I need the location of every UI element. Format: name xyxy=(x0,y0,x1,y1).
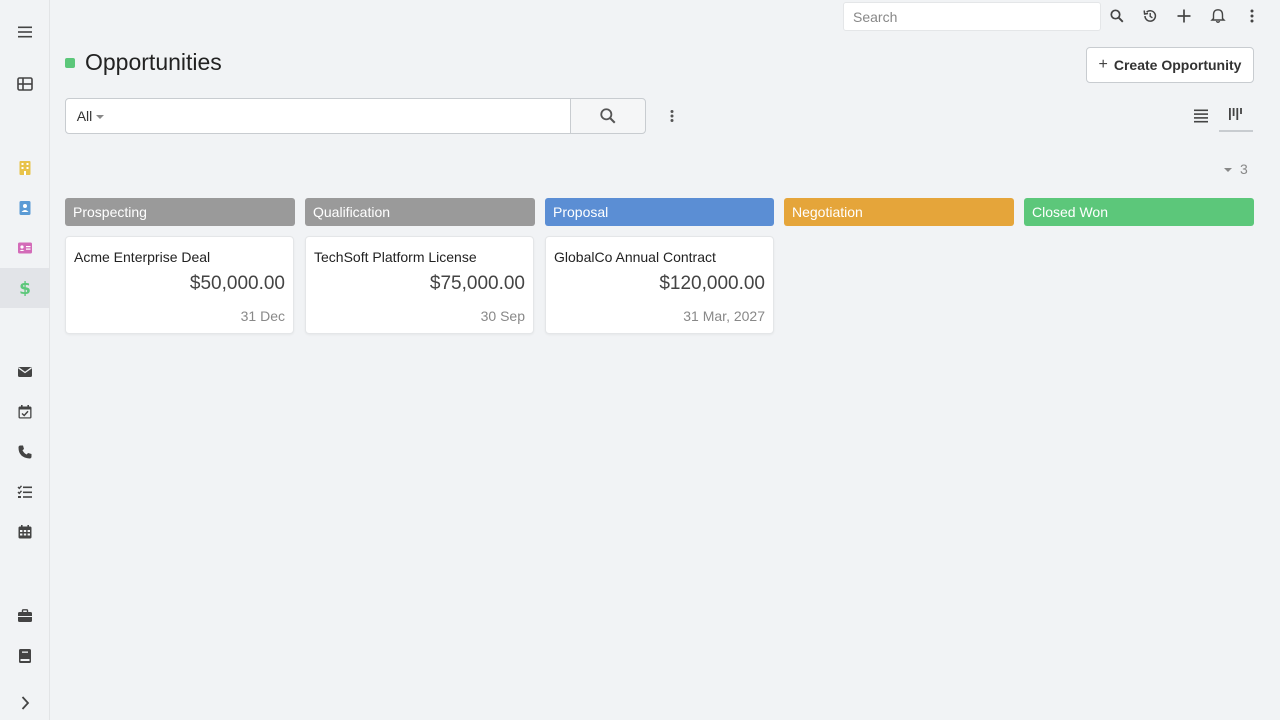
sidebar-item-emails[interactable] xyxy=(0,352,49,392)
sidebar-item-knowledge-base[interactable] xyxy=(0,636,49,676)
plus-icon xyxy=(1177,9,1191,23)
column-label: Closed Won xyxy=(1032,204,1109,220)
briefcase-icon xyxy=(17,609,32,622)
opportunity-card[interactable]: TechSoft Platform License $75,000.00 30 … xyxy=(305,236,534,334)
search-icon xyxy=(600,108,616,124)
history-icon xyxy=(1143,10,1157,22)
card-amount: $120,000.00 xyxy=(659,273,765,294)
list-view-button[interactable] xyxy=(1184,100,1218,132)
opportunity-card[interactable]: Acme Enterprise Deal $50,000.00 31 Dec xyxy=(65,236,294,334)
history-button[interactable] xyxy=(1138,4,1162,28)
sidebar-expand-button[interactable] xyxy=(0,683,49,720)
sidebar-item-meetings[interactable] xyxy=(0,392,49,432)
column-label: Qualification xyxy=(313,204,391,220)
card-name[interactable]: GlobalCo Annual Contract xyxy=(554,249,716,265)
filter-label: All xyxy=(76,108,93,124)
sidebar-item-opportunities[interactable]: $ xyxy=(0,268,49,308)
card-name[interactable]: TechSoft Platform License xyxy=(314,249,477,265)
sidebar-item-calendar[interactable] xyxy=(0,512,49,552)
contact-book-icon xyxy=(19,201,30,215)
phone-icon xyxy=(18,445,31,459)
sidebar-item-calls[interactable] xyxy=(0,432,49,472)
page-title: Opportunities xyxy=(85,49,222,75)
column-header-prospecting: Prospecting xyxy=(65,198,295,226)
sidebar: $ xyxy=(0,0,50,720)
grid-icon xyxy=(16,77,33,91)
title-color-marker xyxy=(65,58,75,68)
card-amount: $50,000.00 xyxy=(189,273,285,294)
bell-icon xyxy=(1210,9,1226,23)
more-menu-button[interactable] xyxy=(1240,4,1264,28)
column-label: Prospecting xyxy=(73,204,147,220)
sidebar-item-accounts[interactable] xyxy=(0,148,49,188)
search-input[interactable] xyxy=(115,98,571,134)
id-card-icon xyxy=(17,242,32,254)
column-header-closed-won: Closed Won xyxy=(1024,198,1254,226)
column-header-proposal: Proposal xyxy=(545,198,774,226)
card-amount: $75,000.00 xyxy=(429,273,525,294)
calendar-check-icon xyxy=(18,405,31,419)
card-close-date: 30 Sep xyxy=(480,308,525,324)
building-icon xyxy=(19,161,30,175)
column-header-qualification: Qualification xyxy=(305,198,535,226)
caret-down-icon xyxy=(96,115,105,119)
card-close-date: 31 Mar, 2027 xyxy=(683,308,765,324)
menu-icon xyxy=(17,26,32,38)
tasks-icon xyxy=(17,485,32,498)
chevron-right-icon xyxy=(21,696,29,710)
global-search-button[interactable] xyxy=(1105,4,1129,28)
search-button[interactable] xyxy=(570,98,646,134)
sidebar-item-dashboard[interactable] xyxy=(0,64,49,104)
global-search-input[interactable] xyxy=(843,2,1101,31)
calendar-icon xyxy=(18,525,31,539)
column-label: Negotiation xyxy=(792,204,863,220)
envelope-icon xyxy=(17,367,32,377)
search-icon xyxy=(1110,9,1124,23)
dollar-icon: $ xyxy=(19,280,31,296)
sidebar-item-contacts[interactable] xyxy=(0,188,49,228)
column-header-negotiation: Negotiation xyxy=(784,198,1014,226)
total-count[interactable]: 3 xyxy=(1224,161,1248,177)
kanban-view-button[interactable] xyxy=(1219,100,1253,132)
caret-down-icon xyxy=(1224,168,1232,172)
menu-toggle-button[interactable] xyxy=(0,12,49,52)
create-opportunity-label: Create Opportunity xyxy=(1113,57,1242,73)
card-name[interactable]: Acme Enterprise Deal xyxy=(74,249,210,265)
filter-dropdown[interactable]: All xyxy=(65,98,116,134)
list-view-icon xyxy=(1194,109,1208,123)
vertical-dots-icon xyxy=(670,110,674,122)
filter-options-button[interactable] xyxy=(660,104,684,128)
plus-icon: + xyxy=(1098,56,1108,73)
notifications-button[interactable] xyxy=(1206,4,1230,28)
quick-create-button[interactable] xyxy=(1172,4,1196,28)
card-close-date: 31 Dec xyxy=(240,308,285,324)
column-label: Proposal xyxy=(553,204,609,220)
create-opportunity-button[interactable]: + Create Opportunity xyxy=(1086,47,1254,83)
vertical-dots-icon xyxy=(1250,9,1254,23)
kanban-view-icon xyxy=(1229,108,1242,120)
sidebar-item-tasks[interactable] xyxy=(0,472,49,512)
sidebar-item-cases[interactable] xyxy=(0,596,49,636)
sidebar-item-leads[interactable] xyxy=(0,228,49,268)
svg-text:$: $ xyxy=(19,280,31,296)
book-icon xyxy=(18,649,31,663)
opportunity-card[interactable]: GlobalCo Annual Contract $120,000.00 31 … xyxy=(545,236,774,334)
total-count-value: 3 xyxy=(1240,161,1248,177)
